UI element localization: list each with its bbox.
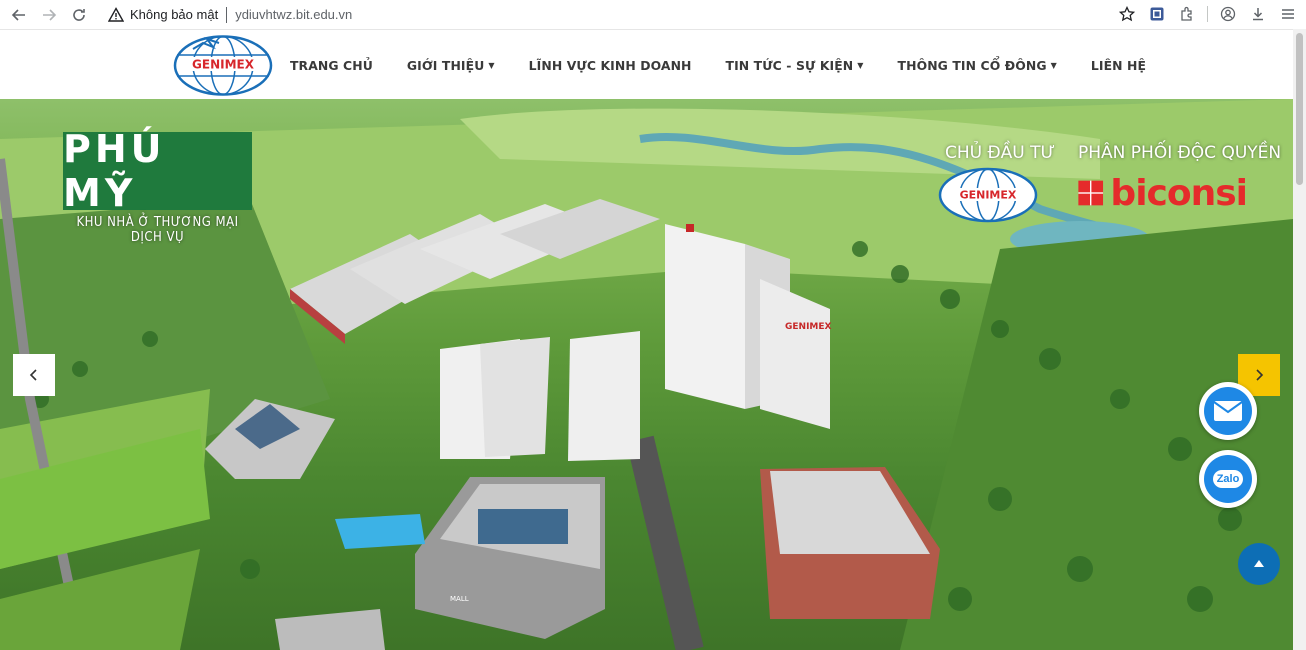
caret-down-icon: ▼ — [857, 60, 864, 70]
menu-item-news[interactable]: TIN TỨC - SỰ KIỆN ▼ — [726, 58, 864, 73]
back-icon[interactable] — [8, 4, 30, 26]
scrollbar-thumb[interactable] — [1296, 33, 1303, 185]
chevron-right-icon — [1256, 369, 1264, 381]
hero-slider: GENIMEX MALL PHÚ MỸ KHU NHÀ Ở THƯƠNG MẠI… — [0, 99, 1293, 650]
zalo-contact-button[interactable]: Zalo — [1199, 450, 1257, 508]
chevron-left-icon — [29, 369, 37, 381]
menu-item-business[interactable]: LĨNH VỰC KINH DOANH — [529, 58, 692, 73]
zalo-icon: Zalo — [1212, 470, 1244, 488]
caret-down-icon: ▼ — [488, 60, 495, 70]
main-menu: TRANG CHỦ GIỚI THIỆU ▼ LĨNH VỰC KINH DOAN… — [290, 30, 1180, 100]
investor-logo: GENIMEX — [938, 167, 1038, 223]
forward-icon[interactable] — [38, 4, 60, 26]
biconsi-mark-icon — [1078, 180, 1104, 206]
divider — [1207, 6, 1208, 22]
mall-sign: MALL — [450, 595, 469, 603]
url-text[interactable]: ydiuvhtwz.bit.edu.vn — [235, 7, 352, 22]
project-name: PHÚ MỸ — [63, 127, 166, 215]
menu-item-shareholders[interactable]: THÔNG TIN CỔ ĐÔNG ▼ — [898, 58, 1057, 73]
address-bar[interactable]: Không bảo mật ydiuvhtwz.bit.edu.vn — [102, 2, 1142, 27]
extension-app-icon[interactable] — [1147, 4, 1167, 24]
extensions-puzzle-icon[interactable] — [1177, 4, 1197, 24]
security-status[interactable]: Không bảo mật — [130, 7, 218, 22]
investor-label: CHỦ ĐẦU TƯ — [945, 143, 1056, 163]
menu-item-contact[interactable]: LIÊN HỆ — [1091, 58, 1146, 73]
project-subtitle: KHU NHÀ Ở THƯƠNG MẠI DỊCH VỤ — [76, 215, 239, 245]
carousel-prev-button[interactable] — [13, 354, 55, 396]
back-to-top-button[interactable] — [1238, 543, 1280, 585]
genimex-logo[interactable]: GENIMEX — [173, 35, 273, 96]
site-header: GENIMEX TRANG CHỦ GIỚI THIỆU ▼ LĨNH VỰC K… — [0, 29, 1293, 99]
menu-item-about[interactable]: GIỚI THIỆU ▼ — [407, 58, 495, 73]
menu-icon[interactable] — [1278, 4, 1298, 24]
menu-item-home[interactable]: TRANG CHỦ — [290, 58, 373, 73]
investor-logo-text: GENIMEX — [960, 189, 1017, 202]
caret-down-icon: ▼ — [1050, 60, 1057, 70]
email-contact-button[interactable] — [1199, 382, 1257, 440]
arrow-up-icon — [1254, 560, 1264, 567]
bookmark-star-icon[interactable] — [1117, 4, 1137, 24]
download-icon[interactable] — [1248, 4, 1268, 24]
logo-text: GENIMEX — [192, 58, 255, 72]
distributor-label: PHÂN PHỐI ĐỘC QUYỀN — [1078, 143, 1282, 163]
reload-icon[interactable] — [68, 4, 90, 26]
biconsi-wordmark: biconsi — [1110, 172, 1248, 214]
warning-icon[interactable] — [108, 6, 124, 23]
divider — [226, 6, 228, 23]
profile-icon[interactable] — [1218, 4, 1238, 24]
page-scrollbar[interactable] — [1293, 29, 1306, 650]
biconsi-logo: biconsi — [1077, 172, 1248, 214]
project-brand-box: PHÚ MỸ — [63, 127, 252, 215]
mail-icon — [1213, 401, 1243, 421]
browser-toolbar: Không bảo mật ydiuvhtwz.bit.edu.vn — [0, 0, 1306, 29]
building-sign: GENIMEX — [785, 322, 832, 332]
